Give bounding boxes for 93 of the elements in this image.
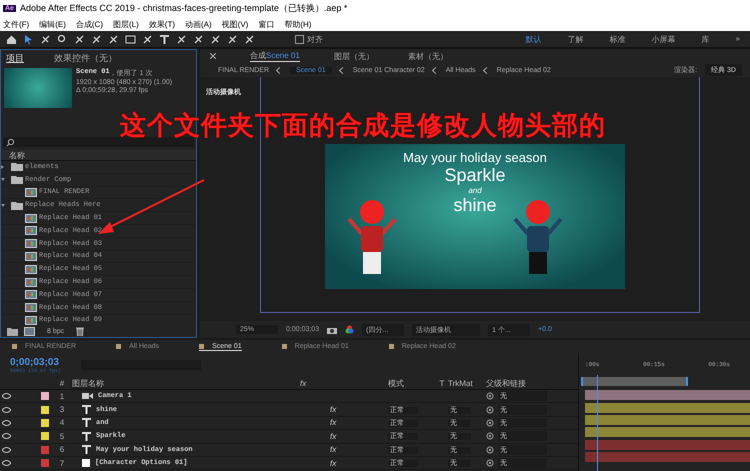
panel-tab[interactable]: 图层（无） — [334, 50, 374, 62]
menu-item[interactable]: 合成(C) — [76, 18, 103, 30]
layer-number: 6 — [58, 445, 66, 454]
panel-tab[interactable]: 效果控件（无） — [54, 52, 117, 63]
comp-label-icon — [116, 344, 122, 349]
composition-icon — [25, 239, 37, 248]
comp-thumbnail — [4, 68, 72, 108]
folder-icon — [11, 175, 23, 184]
column-header: T — [438, 378, 446, 388]
column-header: 图层名称 — [72, 378, 105, 388]
new-composition-icon[interactable] — [24, 327, 35, 336]
search-field[interactable] — [3, 137, 194, 147]
color-channels-icon[interactable] — [345, 325, 354, 334]
window-title: Adobe After Effects CC 2019 - christmas-faces-greeting-template（已转换）.aep * — [20, 2, 348, 15]
workspace-tab[interactable]: 了解 — [568, 34, 584, 44]
menu-item[interactable]: 视图(V) — [222, 18, 248, 30]
camera-icon — [82, 392, 93, 400]
snap-checkbox[interactable] — [295, 34, 304, 44]
menu-item[interactable]: 编辑(E) — [39, 18, 66, 30]
scene-text: and — [468, 186, 482, 194]
label-color-swatch[interactable] — [41, 392, 49, 400]
column-header: TrkMat — [448, 378, 474, 388]
expand-caret-icon[interactable] — [1, 204, 5, 207]
layer-number: 7 — [58, 458, 66, 468]
layer-duration-bar[interactable] — [585, 390, 750, 400]
composition-icon — [25, 252, 37, 261]
menu-item[interactable]: 效果(T) — [148, 18, 175, 30]
panel-tab[interactable]: 项目 — [6, 52, 24, 63]
label-color-swatch[interactable] — [41, 446, 49, 454]
workspace-tab[interactable]: 标准 — [610, 34, 626, 44]
panel-tab[interactable]: 素材（无） — [408, 50, 448, 62]
comp-label-icon — [282, 344, 287, 349]
new-folder-icon[interactable] — [7, 327, 18, 336]
solid-layer-icon — [82, 459, 90, 468]
composition-icon — [25, 264, 37, 274]
type-tool-icon[interactable] — [159, 34, 170, 44]
column-header: 父级和链接 — [486, 378, 527, 388]
effects-switch[interactable]: fx — [330, 445, 336, 454]
comp-label-icon — [12, 344, 17, 349]
composition-icon — [25, 316, 37, 325]
label-color-swatch[interactable] — [41, 418, 49, 427]
comp-label-icon — [388, 344, 394, 349]
label-color-swatch[interactable] — [41, 432, 49, 440]
column-header[interactable]: 名称 — [9, 151, 25, 160]
current-time[interactable]: 0;00;03;03 — [10, 356, 62, 368]
column-header: fx — [300, 378, 308, 388]
composition-icon — [25, 188, 37, 197]
composition-icon — [25, 214, 37, 223]
layer-duration-bar[interactable] — [585, 427, 750, 438]
composition-icon — [25, 303, 37, 312]
panel-tab[interactable]: 合成Scene 01 — [250, 50, 300, 62]
workspace-tab[interactable]: 库 — [702, 34, 710, 44]
expand-caret-icon[interactable] — [1, 178, 5, 182]
label-color-swatch[interactable] — [41, 406, 49, 414]
snap-label: 对齐 — [307, 34, 323, 44]
home-tool-icon[interactable] — [6, 34, 17, 44]
layer-number: 3 — [58, 405, 66, 414]
column-header: 模式 — [388, 378, 405, 388]
scene-text: Sparkle — [444, 164, 506, 186]
menu-item[interactable]: 动画(A) — [185, 18, 212, 30]
search-icon — [6, 138, 15, 146]
trash-icon[interactable] — [76, 327, 84, 336]
expand-caret-icon[interactable] — [1, 164, 4, 169]
zoom-tool-icon[interactable] — [57, 34, 68, 44]
menu-item[interactable]: 文件(F) — [3, 18, 30, 30]
layer-duration-bar[interactable] — [585, 414, 750, 425]
label-color-swatch[interactable] — [41, 459, 49, 468]
layer-number: 1 — [58, 392, 66, 401]
close-icon[interactable] — [210, 53, 216, 59]
more-workspaces-button[interactable]: » — [736, 34, 740, 44]
layer-number: 4 — [58, 418, 66, 428]
column-header: # — [58, 378, 66, 388]
composition-icon — [25, 278, 37, 287]
workspace-tab[interactable]: 默认 — [526, 34, 542, 44]
menu-item[interactable]: 帮助(H) — [284, 18, 312, 30]
folder-icon — [11, 200, 23, 210]
workspace-tab[interactable]: 小屏幕 — [652, 34, 676, 44]
layer-number: 5 — [58, 432, 66, 441]
menu-item[interactable]: 窗口 — [258, 18, 274, 30]
scene-text: shine — [453, 194, 497, 216]
scene-text: May your holiday season — [403, 150, 547, 164]
camera-snapshot-icon[interactable] — [327, 326, 338, 334]
composition-icon — [25, 226, 37, 236]
composition-icon — [25, 290, 37, 300]
arrow-tool-icon[interactable] — [23, 34, 34, 44]
menu-item[interactable]: 图层(L) — [113, 18, 139, 30]
rect-tool-icon[interactable] — [125, 34, 136, 44]
effects-switch[interactable]: fx — [330, 418, 336, 428]
comp-label-icon — [199, 344, 204, 348]
effects-switch[interactable]: fx — [330, 458, 336, 468]
effects-switch[interactable]: fx — [330, 432, 336, 441]
layer-duration-bar[interactable] — [585, 402, 750, 413]
effects-switch[interactable]: fx — [330, 405, 336, 414]
